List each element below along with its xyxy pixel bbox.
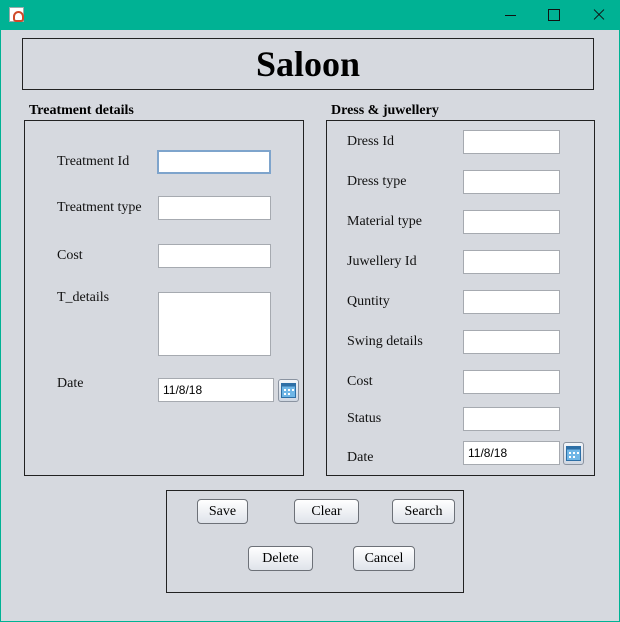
treatment-cost-label: Cost [57,248,83,263]
material-type-field[interactable] [463,210,560,234]
treatment-date-field[interactable]: 11/8/18 [158,378,274,402]
juwellery-id-label: Juwellery Id [347,254,417,269]
quantity-label: Quntity [347,294,390,309]
window-titlebar [0,0,620,30]
material-type-label: Material type [347,214,423,229]
swing-details-label: Swing details [347,334,423,349]
banner: Saloon [22,38,594,90]
dress-cost-label: Cost [347,374,373,389]
close-icon[interactable] [576,0,620,30]
treatment-section-title: Treatment details [29,103,134,118]
java-cup-icon [9,7,24,22]
juwellery-id-field[interactable] [463,250,560,274]
calendar-icon [566,446,581,461]
treatment-date-picker-button[interactable] [278,379,299,402]
dress-date-label: Date [347,450,374,465]
treatment-date-label: Date [57,376,84,391]
dress-date-picker-button[interactable] [563,442,584,465]
status-field[interactable] [463,407,560,431]
save-button[interactable]: Save [197,499,248,524]
treatment-id-field[interactable] [157,150,271,174]
dress-id-field[interactable] [463,130,560,154]
calendar-icon [281,383,296,398]
quantity-field[interactable] [463,290,560,314]
search-button[interactable]: Search [392,499,455,524]
treatment-id-label: Treatment Id [57,154,130,169]
minimize-icon[interactable] [487,0,533,30]
maximize-icon[interactable] [531,0,577,30]
status-label: Status [347,411,382,426]
treatment-type-field[interactable] [158,196,271,220]
treatment-type-label: Treatment type [57,200,142,215]
dress-type-label: Dress type [347,174,407,189]
dress-date-field[interactable]: 11/8/18 [463,441,560,465]
clear-button[interactable]: Clear [294,499,359,524]
cancel-button[interactable]: Cancel [353,546,415,571]
dress-section-title: Dress & juwellery [331,103,439,118]
dress-cost-field[interactable] [463,370,560,394]
treatment-cost-field[interactable] [158,244,271,268]
treatment-details-label: T_details [57,290,110,305]
dress-type-field[interactable] [463,170,560,194]
page-title: Saloon [255,44,361,84]
dress-id-label: Dress Id [347,134,395,149]
treatment-details-textarea[interactable] [158,292,271,356]
swing-details-field[interactable] [463,330,560,354]
delete-button[interactable]: Delete [248,546,313,571]
